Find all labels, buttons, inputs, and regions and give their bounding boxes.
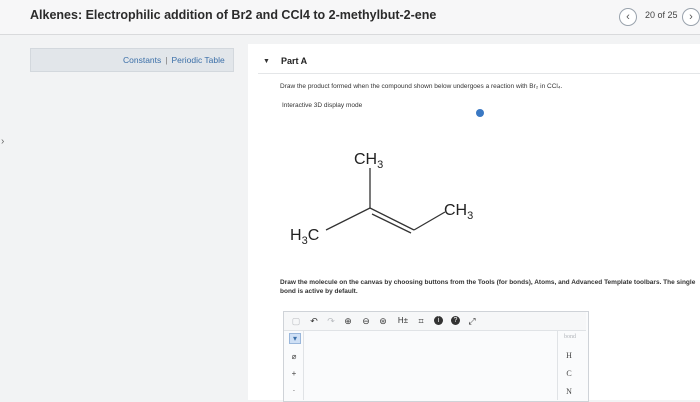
bond-right [413, 211, 446, 231]
info-circle-icon[interactable]: i [434, 316, 443, 325]
assignment-title: Alkenes: Electrophilic addition of Br2 a… [30, 8, 437, 22]
eraser-icon[interactable]: ⌀ [289, 352, 299, 361]
more-tools-icon[interactable]: · [289, 386, 299, 395]
double-bond-inner [371, 213, 412, 234]
item-counter: 20 of 25 [645, 10, 678, 20]
next-item-button[interactable]: › [682, 8, 700, 26]
previous-item-button[interactable]: ‹ [619, 8, 637, 26]
resources-panel: Constants | Periodic Table [30, 48, 234, 72]
hydrogens-toggle-icon[interactable]: H± [396, 316, 410, 326]
link-separator: | [165, 55, 168, 65]
info-icon[interactable] [476, 109, 484, 117]
collapse-caret-icon[interactable]: ▼ [263, 58, 270, 65]
canvas-instructions: Draw the molecule on the canvas by choos… [280, 279, 696, 295]
zoom-fit-icon[interactable]: ⊛ [378, 316, 388, 326]
expand-icon[interactable]: ⤢ [467, 316, 477, 326]
methyl-right-label: CH3 [444, 202, 473, 222]
redo-icon[interactable]: ↷ [326, 316, 336, 326]
divider [258, 73, 700, 74]
chevron-left-icon: ‹ [626, 11, 630, 23]
undo-icon[interactable]: ↶ [309, 316, 319, 326]
constants-link[interactable]: Constants [123, 55, 161, 65]
zoom-in-icon[interactable]: ⊕ [343, 316, 353, 326]
question-instruction: Draw the product formed when the compoun… [280, 83, 563, 90]
display-mode-label: Interactive 3D display mode [282, 102, 363, 109]
charge-plus-icon[interactable]: + [289, 369, 299, 378]
periodic-table-link[interactable]: Periodic Table [172, 55, 225, 65]
side-expand-icon[interactable]: › [1, 136, 4, 147]
double-bond-outer [369, 207, 415, 231]
atoms-header: bond [564, 334, 576, 340]
atom-button-n[interactable]: N [564, 387, 574, 396]
template-icon[interactable]: ⌗ [416, 316, 426, 326]
atom-button-h[interactable]: H [564, 351, 574, 360]
help-icon[interactable]: ? [451, 316, 460, 325]
chevron-right-icon: › [689, 11, 693, 23]
zoom-out-icon[interactable]: ⊖ [361, 316, 371, 326]
methyl-left-label: H3C [290, 227, 319, 247]
part-title[interactable]: Part A [281, 56, 307, 66]
methyl-top-label: CH3 [354, 151, 383, 171]
molecule-structure: CH3 CH3 H3C [290, 151, 473, 247]
select-tool-icon[interactable]: ▢ [291, 316, 301, 326]
resource-links: Constants | Periodic Table [123, 55, 225, 65]
selection-tool-icon[interactable]: ▾ [289, 333, 301, 344]
atom-button-c[interactable]: C [564, 369, 574, 378]
bond-left [325, 207, 371, 231]
